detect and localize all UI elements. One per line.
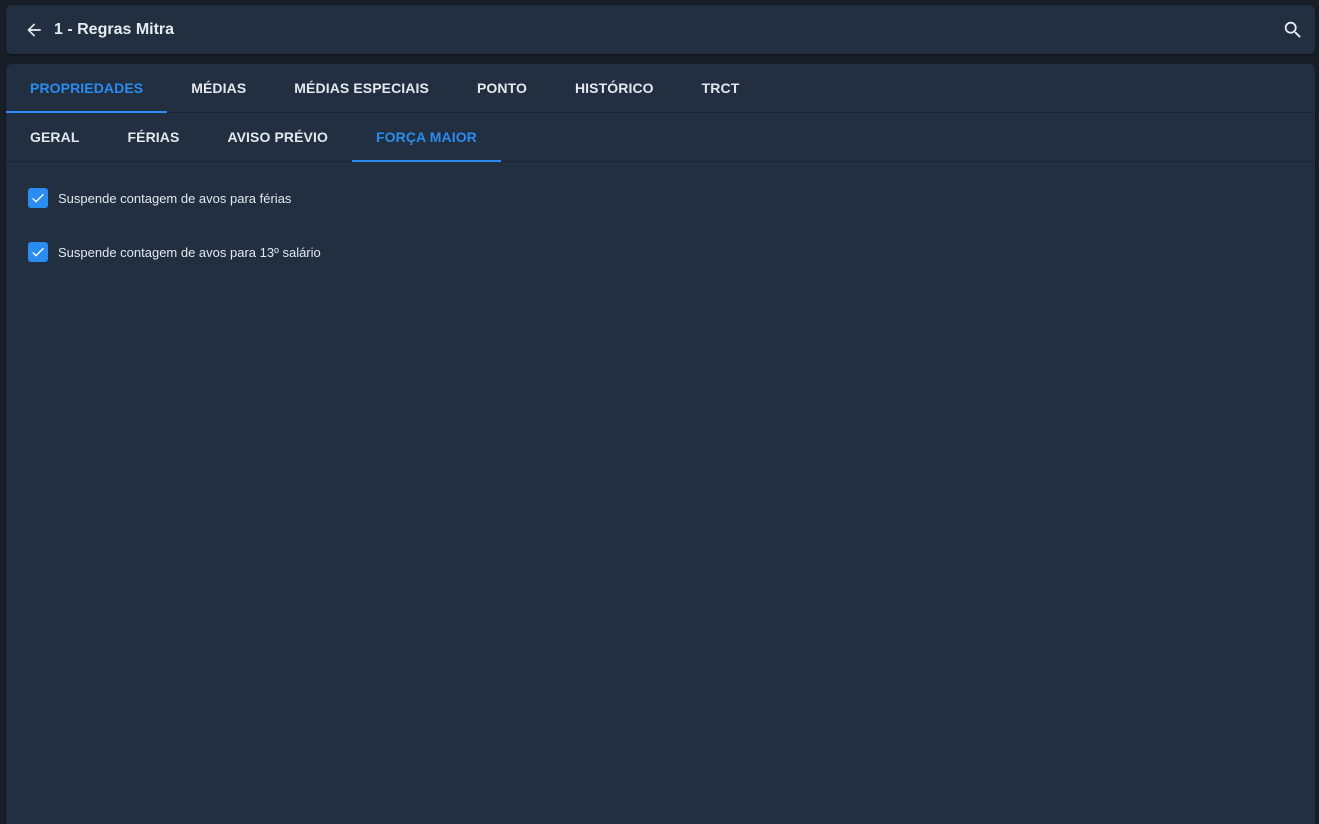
checkbox-suspende-13-salario[interactable] xyxy=(28,242,48,262)
option-label: Suspende contagem de avos para férias xyxy=(58,190,292,206)
arrow-left-icon xyxy=(27,23,41,37)
search-button[interactable] xyxy=(1281,18,1305,42)
check-icon xyxy=(32,193,44,203)
option-suspende-13-salario[interactable]: Suspende contagem de avos para 13º salár… xyxy=(28,242,321,262)
subtab-geral[interactable]: GERAL xyxy=(6,113,104,161)
subtab-aviso-previo[interactable]: AVISO PRÉVIO xyxy=(203,113,352,161)
checkbox-suspende-ferias[interactable] xyxy=(28,188,48,208)
tab-medias-especiais[interactable]: MÉDIAS ESPECIAIS xyxy=(270,64,453,112)
subtab-ferias[interactable]: FÉRIAS xyxy=(104,113,204,161)
sub-tabs: GERAL FÉRIAS AVISO PRÉVIO FORÇA MAIOR xyxy=(6,113,1315,162)
page-title: 1 - Regras Mitra xyxy=(54,21,175,38)
tab-trct[interactable]: TRCT xyxy=(678,64,764,112)
app-header: 1 - Regras Mitra xyxy=(6,5,1315,54)
option-label: Suspende contagem de avos para 13º salár… xyxy=(58,244,321,260)
back-button[interactable] xyxy=(22,18,46,42)
tab-medias[interactable]: MÉDIAS xyxy=(167,64,270,112)
search-icon xyxy=(1284,21,1301,38)
subtab-forca-maior[interactable]: FORÇA MAIOR xyxy=(351,113,501,162)
tab-historico[interactable]: HISTÓRICO xyxy=(551,64,678,112)
properties-card: PROPRIEDADES MÉDIAS MÉDIAS ESPECIAIS PON… xyxy=(6,64,1315,824)
tab-propriedades[interactable]: PROPRIEDADES xyxy=(6,64,168,113)
option-suspende-ferias[interactable]: Suspende contagem de avos para férias xyxy=(28,188,291,208)
main-tabs: PROPRIEDADES MÉDIAS MÉDIAS ESPECIAIS PON… xyxy=(6,64,1315,113)
tab-ponto[interactable]: PONTO xyxy=(453,64,551,112)
check-icon xyxy=(32,247,44,257)
